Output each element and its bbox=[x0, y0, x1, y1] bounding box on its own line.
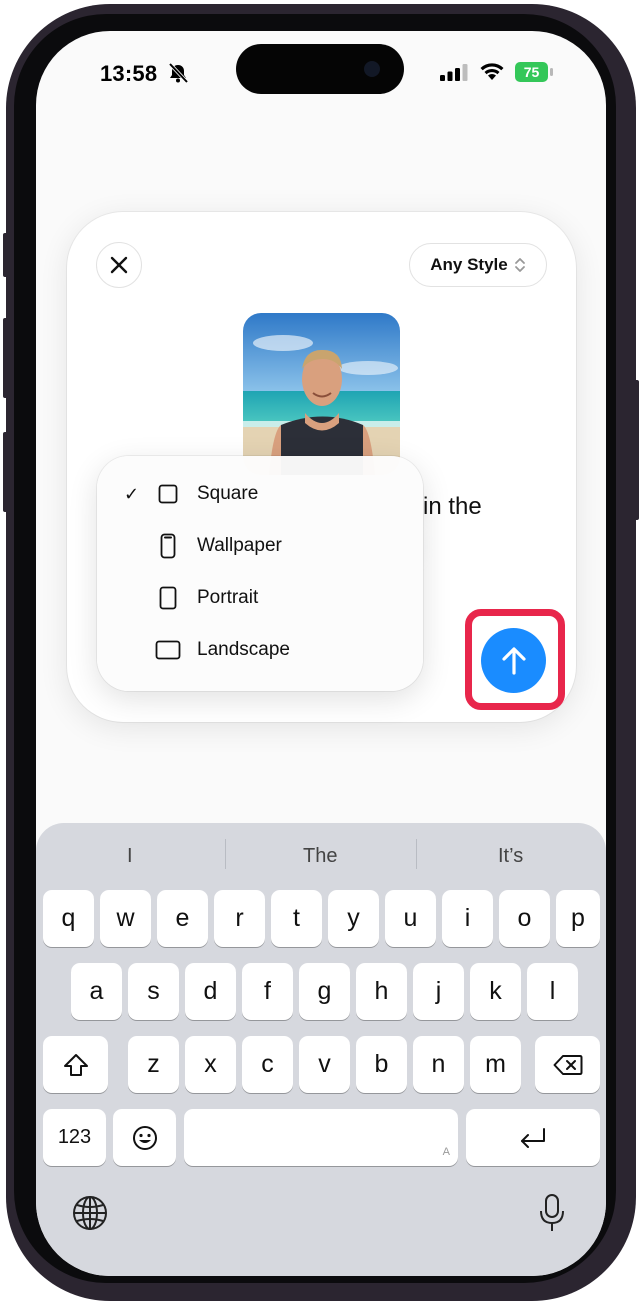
style-selector-label: Any Style bbox=[430, 255, 508, 274]
dynamic-island bbox=[236, 44, 404, 94]
numbers-key[interactable]: 123 bbox=[43, 1109, 106, 1166]
phone-icon bbox=[154, 532, 182, 560]
key-o[interactable]: o bbox=[499, 890, 550, 947]
reference-photo[interactable] bbox=[243, 313, 400, 475]
key-c[interactable]: c bbox=[242, 1036, 293, 1093]
menu-item-label: Wallpaper bbox=[197, 535, 282, 556]
key-l[interactable]: l bbox=[527, 963, 578, 1020]
key-z[interactable]: z bbox=[128, 1036, 179, 1093]
key-f[interactable]: f bbox=[242, 963, 293, 1020]
key-p[interactable]: p bbox=[556, 890, 600, 947]
key-q[interactable]: q bbox=[43, 890, 94, 947]
screen: 13:58 75 Any Style in the ✓ Square Wallp… bbox=[36, 31, 606, 1276]
bell-slash-icon bbox=[168, 62, 189, 84]
send-button[interactable] bbox=[481, 628, 546, 693]
key-x[interactable]: x bbox=[185, 1036, 236, 1093]
suggestion-1[interactable]: I bbox=[127, 845, 133, 868]
return-icon bbox=[521, 1127, 545, 1148]
landscape-rect-icon bbox=[154, 636, 182, 664]
key-j[interactable]: j bbox=[413, 963, 464, 1020]
battery-cap bbox=[550, 68, 553, 76]
menu-item-landscape[interactable]: Landscape bbox=[97, 624, 423, 676]
suggestion-divider bbox=[416, 839, 417, 869]
key-a[interactable]: a bbox=[71, 963, 122, 1020]
key-s[interactable]: s bbox=[128, 963, 179, 1020]
key-w[interactable]: w bbox=[100, 890, 151, 947]
suggestion-3[interactable]: It’s bbox=[498, 845, 523, 868]
portrait-rect-icon bbox=[154, 584, 182, 612]
shift-key[interactable] bbox=[43, 1036, 108, 1093]
battery-charging-icon: 75 bbox=[515, 62, 553, 82]
shift-icon bbox=[63, 1053, 88, 1076]
key-g[interactable]: g bbox=[299, 963, 350, 1020]
volume-down-button bbox=[3, 432, 8, 512]
close-icon bbox=[110, 256, 128, 274]
return-key[interactable] bbox=[466, 1109, 600, 1166]
checkmark-icon: ✓ bbox=[124, 483, 140, 504]
delete-icon bbox=[553, 1054, 582, 1075]
chevron-up-down-icon bbox=[514, 258, 525, 272]
style-selector-button[interactable]: Any Style bbox=[409, 243, 547, 287]
key-u[interactable]: u bbox=[385, 890, 436, 947]
key-n[interactable]: n bbox=[413, 1036, 464, 1093]
key-y[interactable]: y bbox=[328, 890, 379, 947]
menu-item-portrait[interactable]: Portrait bbox=[97, 572, 423, 624]
delete-key[interactable] bbox=[535, 1036, 600, 1093]
emoji-icon bbox=[132, 1125, 157, 1150]
key-k[interactable]: k bbox=[470, 963, 521, 1020]
power-button bbox=[634, 380, 639, 520]
menu-item-label: Square bbox=[197, 483, 259, 504]
emoji-key[interactable] bbox=[113, 1109, 176, 1166]
menu-item-label: Portrait bbox=[197, 587, 259, 608]
globe-icon[interactable] bbox=[72, 1195, 108, 1231]
key-d[interactable]: d bbox=[185, 963, 236, 1020]
key-r[interactable]: r bbox=[214, 890, 265, 947]
predictive-bar: I The It’s bbox=[36, 823, 606, 885]
close-button[interactable] bbox=[96, 242, 142, 288]
square-icon bbox=[154, 480, 182, 508]
menu-item-label: Landscape bbox=[197, 639, 290, 660]
arrow-up-icon bbox=[501, 646, 526, 675]
space-key[interactable]: A bbox=[184, 1109, 458, 1166]
volume-up-button bbox=[3, 318, 8, 398]
key-v[interactable]: v bbox=[299, 1036, 350, 1093]
key-e[interactable]: e bbox=[157, 890, 208, 947]
aspect-ratio-menu: ✓ Square Wallpaper Portrait Landscape bbox=[97, 456, 423, 691]
menu-item-square[interactable]: ✓ Square bbox=[97, 468, 423, 520]
key-b[interactable]: b bbox=[356, 1036, 407, 1093]
space-key-hint: A bbox=[442, 1146, 450, 1158]
prompt-text: in the bbox=[423, 493, 482, 520]
key-m[interactable]: m bbox=[470, 1036, 521, 1093]
keyboard: I The It’s q w e r t y u i o p a s d f g… bbox=[36, 823, 606, 1276]
suggestion-2[interactable]: The bbox=[303, 845, 337, 868]
key-h[interactable]: h bbox=[356, 963, 407, 1020]
front-camera bbox=[364, 61, 380, 77]
cellular-signal-icon bbox=[440, 64, 468, 81]
microphone-icon[interactable] bbox=[539, 1193, 565, 1233]
battery-level: 75 bbox=[515, 62, 548, 82]
status-time: 13:58 bbox=[100, 61, 158, 86]
key-t[interactable]: t bbox=[271, 890, 322, 947]
menu-item-wallpaper[interactable]: Wallpaper bbox=[97, 520, 423, 572]
action-button bbox=[3, 233, 8, 277]
wifi-icon bbox=[480, 63, 504, 80]
suggestion-divider bbox=[225, 839, 226, 869]
key-i[interactable]: i bbox=[442, 890, 493, 947]
